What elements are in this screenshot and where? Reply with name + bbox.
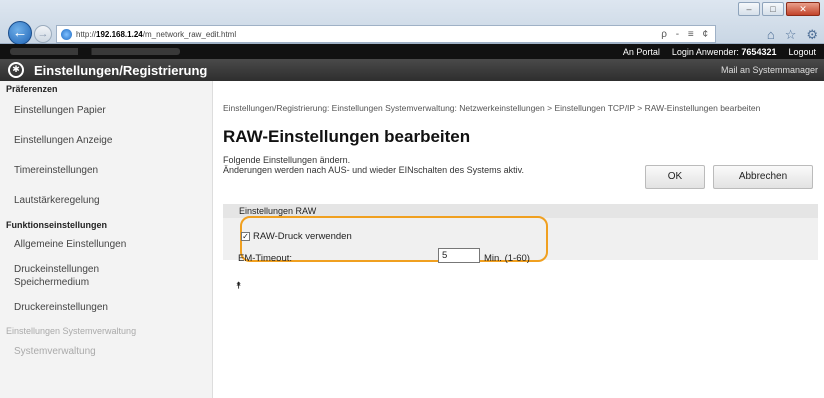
top-bar: An Portal Login Anwender: 7654321 Logout [0, 44, 824, 59]
sidebar-item-paper[interactable]: Einstellungen Papier [0, 105, 212, 116]
sidebar-item-print-media[interactable]: Druckeinstellungen Speichermedium [0, 263, 110, 289]
page-header: ✱ Einstellungen/Registrierung Mail an Sy… [0, 59, 824, 81]
back-to-top-icon[interactable]: ⯭ [236, 280, 241, 291]
em-timeout-label: EM-Timeout: [238, 253, 293, 264]
maximize-button[interactable]: □ [762, 2, 784, 16]
em-timeout-unit: Min. (1-60) [484, 253, 530, 264]
forward-arrow-icon: → [37, 28, 49, 40]
portal-link[interactable]: An Portal [623, 47, 660, 57]
address-bar[interactable]: http://192.168.1.24/m_network_raw_edit.h… [56, 25, 716, 43]
settings-icon: ✱ [8, 62, 24, 78]
page-title: RAW-Einstellungen bearbeiten [223, 127, 471, 146]
close-button[interactable]: ✕ [786, 2, 820, 16]
home-icon[interactable]: ⌂ [767, 27, 775, 43]
sidebar: Präferenzen Einstellungen Papier Einstel… [0, 81, 213, 398]
url-text: http://192.168.1.24/m_network_raw_edit.h… [76, 30, 236, 39]
sidebar-heading-system-admin[interactable]: Einstellungen Systemverwaltung [0, 326, 212, 336]
settings-gear-icon[interactable]: ⚙ [806, 27, 818, 43]
favorites-star-icon[interactable]: ☆ [785, 27, 797, 43]
sidebar-item-timer[interactable]: Timereinstellungen [0, 165, 212, 176]
minimize-button[interactable]: ‒ [738, 2, 760, 16]
sidebar-heading-preferences: Präferenzen [6, 84, 58, 94]
browser-toolbar-icons: ⌂ ☆ ⚙ [767, 27, 818, 43]
description-line-1: Folgende Einstellungen ändern. [223, 155, 351, 165]
raw-print-checkbox-label[interactable]: RAW-Druck verwenden [253, 231, 352, 242]
sidebar-heading-functions: Funktionseinstellungen [6, 220, 108, 230]
url-path: /m_network_raw_edit.html [142, 29, 237, 39]
sidebar-item-system-management[interactable]: Systemverwaltung [0, 346, 212, 357]
em-timeout-input[interactable] [438, 248, 480, 263]
header-title: Einstellungen/Registrierung [34, 62, 208, 78]
cancel-button[interactable]: Abbrechen [713, 165, 813, 189]
login-id: 7654321 [741, 46, 777, 57]
back-arrow-icon: ← [12, 24, 28, 41]
address-tools[interactable]: ρ - ≡ ¢ [661, 29, 711, 40]
window-buttons: ‒ □ ✕ [738, 2, 820, 16]
blurred-device-name [10, 48, 180, 55]
description: Folgende Einstellungen ändern. Änderunge… [223, 155, 623, 175]
login-label: Login Anwender: [671, 46, 739, 57]
ok-button[interactable]: OK [645, 165, 705, 189]
raw-print-checkbox-row[interactable]: ✓ RAW-Druck verwenden [241, 231, 352, 242]
breadcrumb[interactable]: Einstellungen/Registrierung: Einstellung… [223, 103, 793, 113]
url-host: 192.168.1.24 [96, 29, 143, 39]
url-prefix: http:// [76, 29, 97, 39]
sidebar-item-display[interactable]: Einstellungen Anzeige [0, 135, 212, 146]
description-line-2: Änderungen werden nach AUS- und wieder E… [223, 165, 524, 175]
forward-button[interactable]: → [34, 25, 52, 43]
raw-print-checkbox[interactable]: ✓ [241, 232, 250, 241]
sidebar-item-volume[interactable]: Lautstärkeregelung [0, 195, 212, 206]
logout-link[interactable]: Logout [788, 47, 816, 57]
sidebar-item-general[interactable]: Allgemeine Einstellungen [0, 239, 212, 250]
sidebar-item-printer[interactable]: Druckereinstellungen [0, 302, 212, 313]
mail-to-manager-link[interactable]: Mail an Systemmanager [721, 65, 818, 75]
browser-chrome: ‒ □ ✕ ← → http://192.168.1.24/m_network_… [0, 0, 824, 45]
login-info: Login Anwender: 7654321 [672, 47, 777, 57]
back-button[interactable]: ← [8, 21, 32, 45]
ie-favicon-icon [61, 28, 72, 40]
